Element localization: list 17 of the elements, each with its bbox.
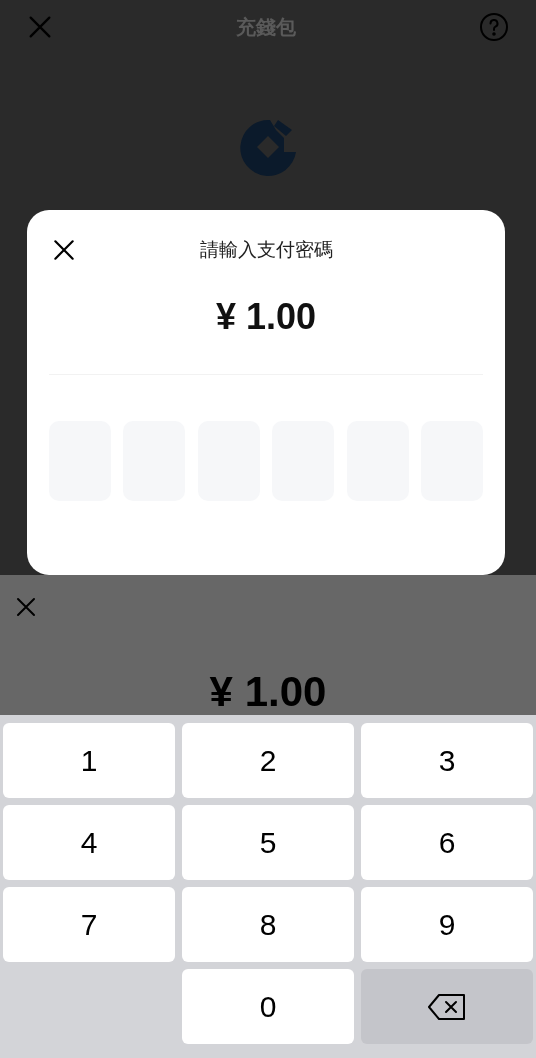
keypad-key[interactable]: 7 (3, 887, 175, 962)
keypad-key[interactable]: 0 (182, 969, 354, 1044)
backspace-key[interactable] (361, 969, 533, 1044)
backspace-icon (427, 992, 467, 1021)
keypad-key[interactable]: 6 (361, 805, 533, 880)
keypad-key[interactable]: 9 (361, 887, 533, 962)
keypad-key[interactable]: 3 (361, 723, 533, 798)
keypad-key[interactable]: 8 (182, 887, 354, 962)
keypad-key[interactable]: 4 (3, 805, 175, 880)
dialog-title: 請輸入支付密碼 (199, 237, 333, 262)
keypad-key[interactable]: 2 (182, 723, 354, 798)
keypad-key[interactable]: 5 (182, 805, 354, 880)
payment-amount: ¥ 1.00 (215, 295, 317, 339)
keypad-key[interactable]: 1 (3, 723, 175, 798)
payment-amount: ¥ 1.00 (209, 669, 327, 715)
help-icon[interactable] (478, 11, 510, 43)
close-icon[interactable] (51, 237, 77, 263)
